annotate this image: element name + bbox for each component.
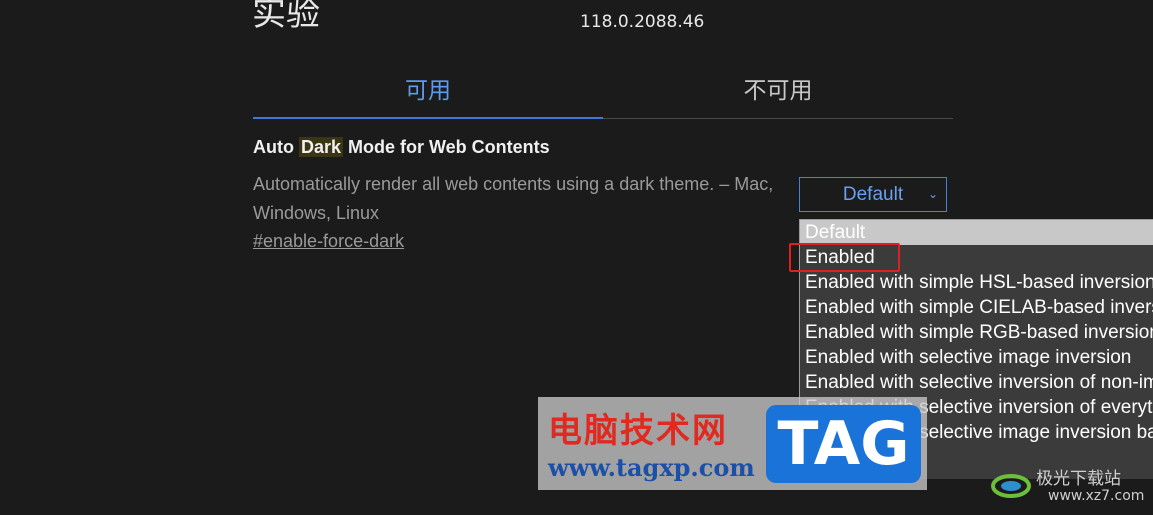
- flags-page: 实验 118.0.2088.46 可用 不可用 Auto Dark Mode f…: [0, 0, 1153, 515]
- tab-unavailable[interactable]: 不可用: [603, 70, 953, 117]
- flag-description: Automatically render all web contents us…: [253, 174, 774, 223]
- dropdown-option[interactable]: Enabled with simple RGB-based inversion: [800, 320, 1153, 345]
- flag-title-suffix: Mode for Web Contents: [343, 137, 550, 157]
- chevron-down-icon: ⌄: [927, 187, 938, 201]
- flag-state-select[interactable]: Default ⌄: [799, 177, 947, 212]
- dropdown-option[interactable]: Enabled with selective inversion of non-…: [800, 370, 1153, 395]
- flag-title: Auto Dark Mode for Web Contents: [253, 137, 550, 158]
- tab-bar: 可用 不可用: [253, 70, 953, 119]
- watermark-site2: 极光下载站 www.xz7.com: [990, 462, 1150, 512]
- select-value: Default: [842, 184, 904, 205]
- flag-title-prefix: Auto: [253, 137, 299, 157]
- version-label: 118.0.2088.46: [580, 12, 705, 32]
- dropdown-option[interactable]: Enabled: [800, 245, 1153, 270]
- watermark-site2-name: 极光下载站: [1036, 469, 1121, 489]
- aurora-logo-icon: [991, 474, 1031, 498]
- search-highlight: Dark: [298, 137, 344, 157]
- dropdown-option[interactable]: Enabled with simple HSL-based inversion: [800, 270, 1153, 295]
- page-title: 实验: [252, 0, 320, 34]
- watermark-url: www.tagxp.com: [548, 453, 755, 482]
- tab-available[interactable]: 可用: [253, 70, 603, 119]
- watermark-tag-logo: TAG: [766, 405, 921, 483]
- watermark-banner: 电脑技术网 www.tagxp.com TAG: [538, 397, 927, 490]
- watermark-site2-url: www.xz7.com: [1048, 488, 1145, 504]
- flag-permalink[interactable]: #enable-force-dark: [253, 231, 404, 252]
- dropdown-option[interactable]: Enabled with selective image inversion: [800, 345, 1153, 370]
- dropdown-option[interactable]: Enabled with simple CIELAB-based inversi…: [800, 295, 1153, 320]
- dropdown-option[interactable]: Default: [800, 220, 1153, 245]
- watermark-chinese-text: 电脑技术网: [548, 411, 728, 451]
